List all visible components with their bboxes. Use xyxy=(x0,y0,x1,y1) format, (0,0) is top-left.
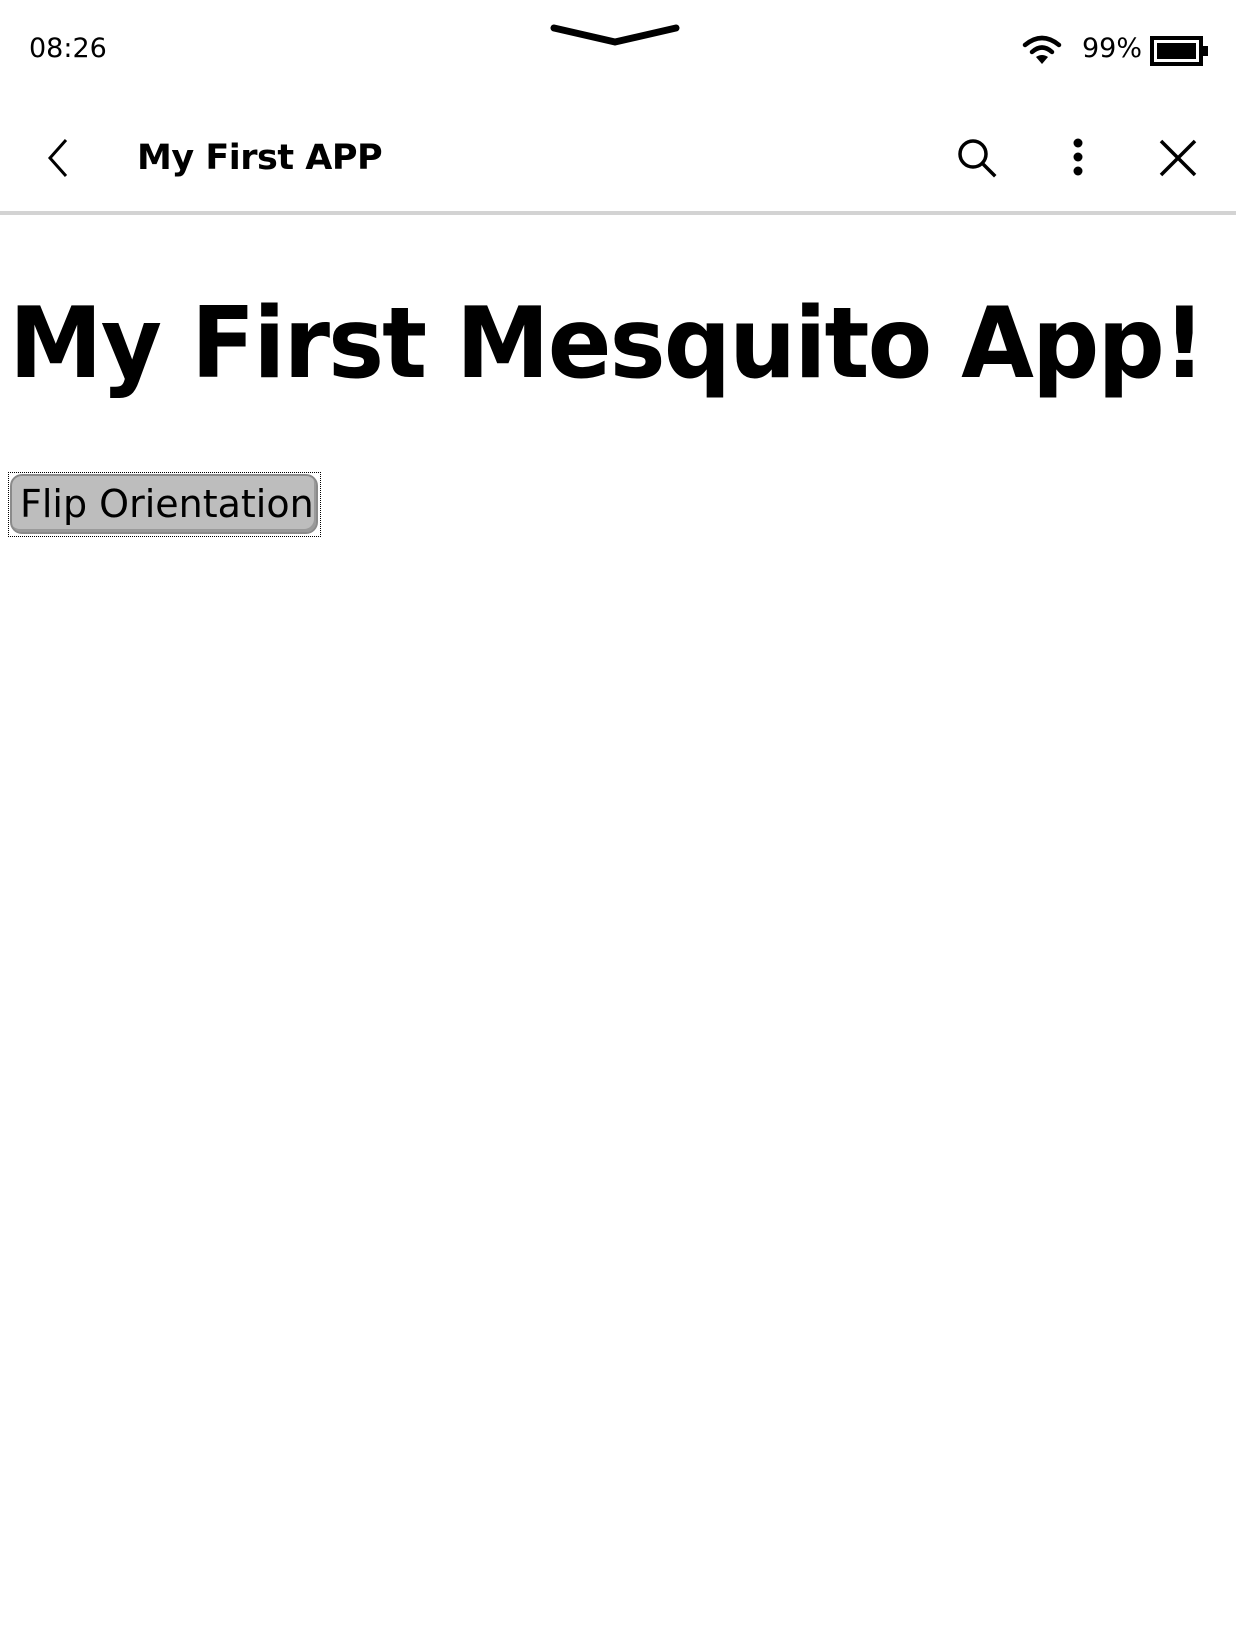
more-vertical-icon xyxy=(1073,138,1083,176)
chevron-left-icon xyxy=(47,139,68,177)
status-bar: 08:26 99% xyxy=(0,0,1236,100)
header-title: My First APP xyxy=(137,138,383,178)
chevron-down-icon[interactable] xyxy=(548,18,682,50)
status-time: 08:26 xyxy=(29,33,107,64)
search-button[interactable] xyxy=(949,130,1005,186)
header-divider xyxy=(0,211,1236,215)
close-icon xyxy=(1159,139,1197,177)
page-heading: My First Mesquito App! xyxy=(9,287,1206,401)
close-button[interactable] xyxy=(1150,130,1206,186)
search-icon xyxy=(958,139,997,178)
back-button[interactable] xyxy=(30,130,86,186)
flip-orientation-button[interactable]: Flip Orientation xyxy=(10,474,318,534)
flip-orientation-focus-ring: Flip Orientation xyxy=(8,472,321,537)
battery-percent: 99% xyxy=(1082,33,1143,64)
wifi-icon xyxy=(1022,35,1062,64)
battery-icon xyxy=(1150,36,1208,66)
more-options-button[interactable] xyxy=(1050,130,1106,186)
